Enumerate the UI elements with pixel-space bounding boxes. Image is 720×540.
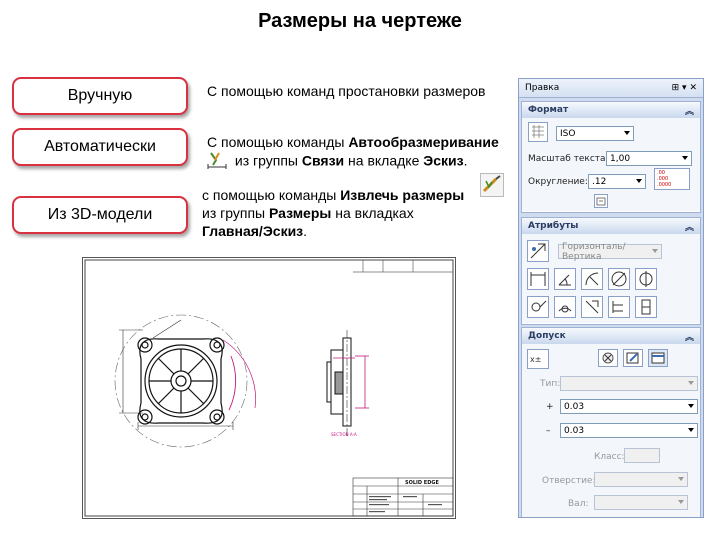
edit-tolerance-icon[interactable]	[623, 349, 643, 367]
hole-select[interactable]	[594, 472, 688, 487]
model-desc-tabs: на вкладках	[331, 205, 414, 221]
shaft-select[interactable]	[594, 495, 688, 510]
auto-method-label: Автоматически	[44, 138, 156, 155]
manual-method-label: Вручную	[67, 87, 133, 104]
plus-sign: +	[546, 402, 554, 412]
model-description-line2: из группы Размеры на вкладках	[202, 204, 414, 222]
model-description-line1: с помощью команды Извлечь размеры	[202, 186, 464, 204]
titleblock-brand: SOLID EDGE	[405, 480, 439, 486]
standard-value: ISO	[560, 128, 576, 139]
rounding-label: Округление:	[528, 177, 588, 187]
model-tab-names: Главная/Эскиз	[202, 223, 304, 239]
lower-tolerance-value: 0.03	[564, 425, 585, 436]
auto-description-line1: С помощью команды Автообразмеривание	[207, 133, 499, 151]
model-description-line3: Главная/Эскиз.	[202, 222, 307, 240]
format-section-title: Формат	[528, 105, 569, 115]
collapse-icon[interactable]: ︽	[685, 104, 694, 117]
pin-icon[interactable]: ⊞	[672, 83, 680, 93]
upper-tolerance-value: 0.03	[564, 401, 585, 412]
manual-description: С помощью команд простановки размеров	[207, 83, 486, 99]
tolerance-type-icon[interactable]: x±	[527, 349, 549, 369]
type-label: Тип:	[540, 379, 561, 389]
auto-desc-prefix: С помощью команды	[207, 134, 349, 150]
manual-method-button[interactable]: Вручную	[12, 77, 188, 115]
ordinate-dimension-icon[interactable]	[608, 296, 630, 318]
standard-select[interactable]: ISO	[556, 126, 634, 141]
rounding-select[interactable]: .12	[588, 174, 646, 189]
tolerance-section-header[interactable]: Допуск ︽	[522, 328, 700, 344]
tolerance-section: Допуск ︽ x± Тип: + 0.03 – 0.03 Класс: От…	[521, 327, 701, 517]
tolerance-type-select[interactable]	[560, 376, 698, 391]
clear-tolerance-icon[interactable]	[598, 349, 618, 367]
tolerance-section-title: Допуск	[528, 331, 566, 341]
collapse-icon[interactable]: ︽	[685, 220, 694, 233]
close-icon[interactable]: ✕	[689, 83, 697, 93]
auto-method-button[interactable]: Автоматически	[12, 128, 188, 166]
rounding-options-button[interactable]: .00 .000 .0000	[654, 168, 690, 190]
dropdown-icon[interactable]: ▾	[682, 83, 687, 93]
extract-dimensions-icon	[480, 173, 504, 202]
collapse-icon[interactable]: ︽	[685, 330, 694, 343]
text-scale-value: 1,00	[610, 153, 631, 164]
model-desc-prefix: с помощью команды	[202, 187, 341, 203]
shaft-label: Вал:	[568, 499, 589, 509]
tolerance-table-icon[interactable]	[648, 349, 668, 367]
model-desc-end: .	[303, 223, 308, 239]
coordinate-dimension-icon[interactable]	[527, 296, 549, 318]
orientation-value: Горизонталь/Вертика	[562, 241, 626, 262]
auto-desc-from: из группы	[234, 152, 302, 169]
page-title: Размеры на чертеже	[258, 10, 462, 32]
class-label: Класс:	[594, 452, 625, 462]
format-section-header[interactable]: Формат ︽	[522, 102, 700, 118]
auto-group-name: Связи	[301, 152, 345, 169]
minus-sign: –	[546, 426, 551, 436]
linear-dimension-icon[interactable]	[527, 268, 549, 290]
auto-description-line2: из группы Связи на вкладке Эскиз.	[207, 151, 467, 173]
properties-panel: Правка ⊞ ▾ ✕ Формат ︽ ISO Масштаб текста:…	[518, 78, 704, 518]
text-scale-select[interactable]: 1,00	[606, 151, 692, 166]
attributes-section-title: Атрибуты	[528, 221, 579, 231]
section-label: SECTION A-A	[331, 432, 357, 437]
rounding-value: .12	[592, 176, 607, 187]
round-opt-3: .0000	[657, 182, 672, 188]
upper-tolerance-select[interactable]: 0.03	[560, 399, 698, 414]
arc-length-icon[interactable]	[554, 296, 576, 318]
auto-tab-name: Эскиз	[423, 152, 464, 169]
auto-desc-end: .	[463, 152, 468, 169]
lower-tolerance-select[interactable]: 0.03	[560, 423, 698, 438]
text-scale-label: Масштаб текста:	[528, 154, 609, 164]
radius-dimension-icon[interactable]	[581, 268, 603, 290]
chamfer-dimension-icon[interactable]	[581, 296, 603, 318]
dimension-axis-icon[interactable]	[527, 240, 549, 262]
format-section: Формат ︽ ISO Масштаб текста: 1,00 Округле…	[521, 101, 701, 213]
auto-command-name: Автообразмеривание	[348, 134, 499, 150]
technical-drawing: SECTION A-A SOLID EDGE	[82, 257, 456, 519]
model-method-label: Из 3D-модели	[47, 206, 153, 223]
panel-header: Правка ⊞ ▾ ✕	[519, 79, 703, 98]
grid-style-icon[interactable]	[528, 122, 548, 142]
attributes-section: Атрибуты ︽ Горизонталь/Вертика	[521, 217, 701, 325]
reset-format-icon[interactable]	[594, 194, 608, 208]
class-field[interactable]	[624, 448, 660, 463]
model-method-button[interactable]: Из 3D-модели	[12, 196, 188, 234]
model-group-name: Размеры	[268, 205, 332, 221]
model-command-name: Извлечь размеры	[340, 187, 465, 203]
attributes-section-header[interactable]: Атрибуты ︽	[522, 218, 700, 234]
symmetric-diameter-icon[interactable]	[635, 268, 657, 290]
panel-title: Правка	[525, 83, 560, 93]
diameter-dimension-icon[interactable]	[608, 268, 630, 290]
hole-label: Отверстие:	[542, 476, 596, 486]
orientation-select[interactable]: Горизонталь/Вертика	[558, 241, 662, 262]
stacked-dimension-icon[interactable]	[635, 296, 657, 318]
svg-text:x±: x±	[530, 355, 541, 364]
autodimension-icon	[207, 151, 231, 173]
auto-desc-mid: на вкладке	[344, 152, 424, 169]
model-desc-from: из группы	[202, 205, 269, 221]
angle-dimension-icon[interactable]	[554, 268, 576, 290]
